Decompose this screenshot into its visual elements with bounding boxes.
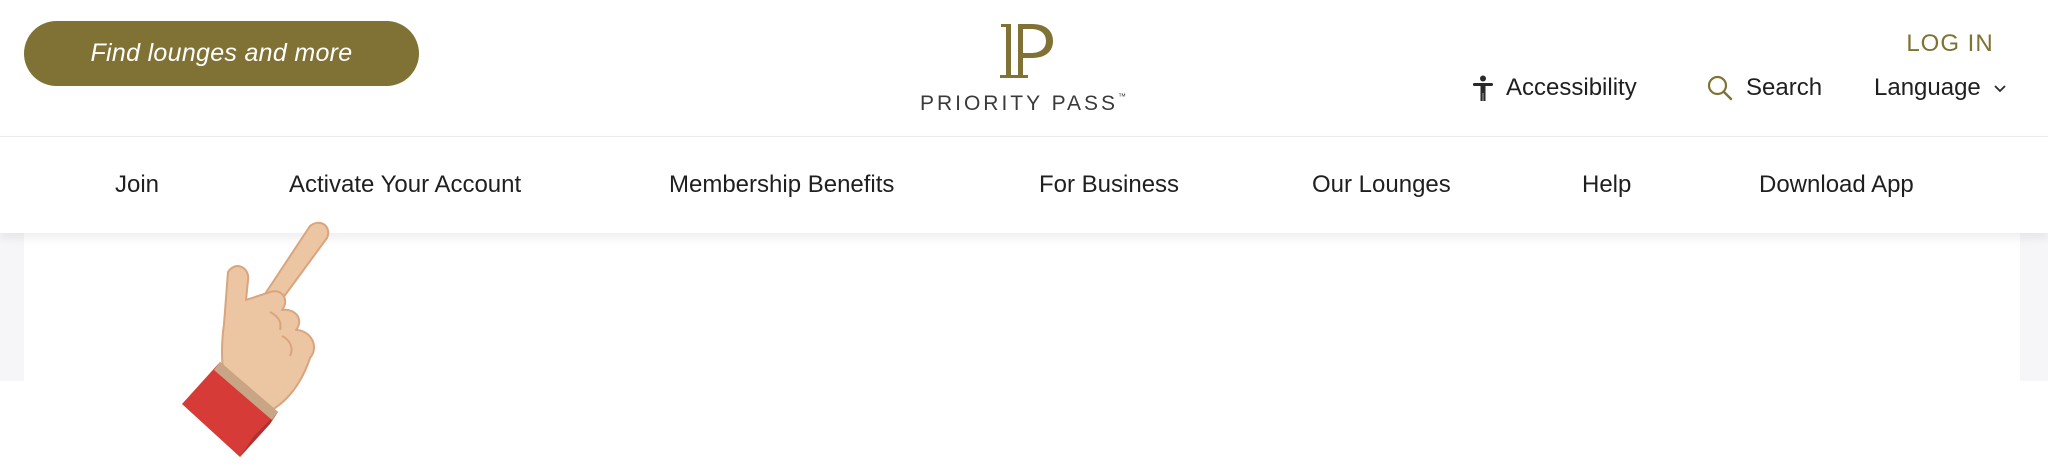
site-header: Find lounges and more PRIORITY PASS™ LOG… [0,0,2048,137]
logo-trademark: ™ [1118,92,1127,101]
nav-item-for-business[interactable]: For Business [1039,137,1179,233]
find-lounges-button[interactable]: Find lounges and more [24,21,419,86]
nav-item-help[interactable]: Help [1582,137,1631,233]
priority-pass-logo[interactable]: PRIORITY PASS™ [918,18,1128,118]
priority-pass-monogram-icon [1000,24,1053,78]
nav-item-membership-benefits[interactable]: Membership Benefits [669,137,894,233]
page: Find lounges and more PRIORITY PASS™ LOG… [0,0,2048,475]
find-lounges-label: Find lounges and more [90,39,353,67]
chevron-down-icon [1993,84,2007,93]
language-dropdown[interactable]: Language [1874,71,2007,105]
logo-wordmark: PRIORITY PASS™ [918,92,1128,116]
search-button[interactable]: Search [1706,71,1822,105]
nav-item-download-app[interactable]: Download App [1759,137,1914,233]
nav-item-join[interactable]: Join [115,137,159,233]
accessibility-label: Accessibility [1506,74,1637,101]
pointing-hand-icon [182,221,330,457]
nav-item-our-lounges[interactable]: Our Lounges [1312,137,1451,233]
accessibility-button[interactable]: Accessibility [1472,71,1637,105]
login-link[interactable]: LOG IN [1900,30,2000,58]
language-label: Language [1874,74,1981,101]
search-label: Search [1746,74,1823,101]
accessibility-icon [1472,75,1494,101]
logo-text: PRIORITY PASS [919,92,1119,115]
search-icon [1706,74,1734,102]
